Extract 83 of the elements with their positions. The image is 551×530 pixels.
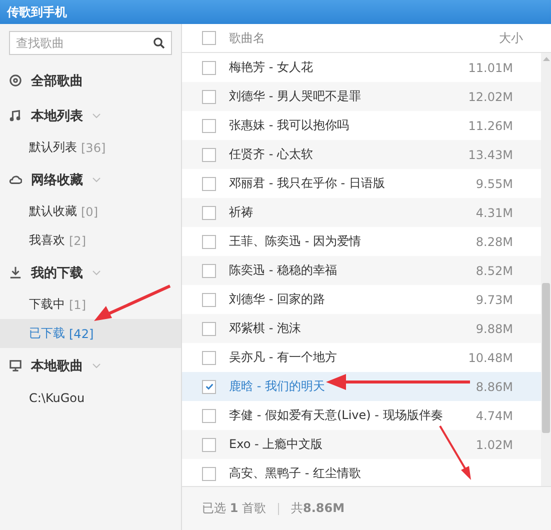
checkbox[interactable] (202, 234, 216, 248)
file-size: 13.43M (467, 148, 514, 162)
annotation-arrow (439, 425, 471, 480)
window-title: 传歌到手机 (0, 0, 551, 24)
section-title[interactable]: 本地列表 (31, 106, 83, 124)
cloud-icon (9, 173, 22, 186)
song-title: 祈祷 (229, 204, 253, 221)
song-title: 刘德华 - 回家的路 (229, 291, 325, 308)
scrollbar[interactable] (541, 53, 551, 486)
sidebar-item[interactable]: 我喜欢 [2] (0, 226, 181, 255)
checkbox[interactable] (202, 60, 216, 74)
song-title: 陈奕迅 - 稳稳的幸福 (229, 262, 337, 279)
section-title[interactable]: 全部歌曲 (31, 72, 83, 90)
song-title: 吴亦凡 - 有一个地方 (229, 349, 337, 366)
song-row[interactable]: 陈奕迅 - 稳稳的幸福 8.52M (182, 256, 541, 285)
song-row[interactable]: 刘德华 - 男人哭吧不是罪 12.02M (182, 82, 541, 111)
total-size: 共8.86M (291, 500, 345, 517)
music-note-icon (9, 109, 22, 122)
file-size: 9.73M (474, 292, 514, 306)
checkbox[interactable] (202, 438, 216, 452)
checkbox[interactable] (202, 292, 216, 306)
file-size: 11.01M (467, 60, 514, 74)
checkmark-icon (204, 382, 214, 391)
checkbox[interactable] (202, 350, 216, 364)
section-title[interactable]: 我的下载 (31, 264, 83, 282)
song-row[interactable]: 任贤齐 - 心太软 13.43M (182, 140, 541, 169)
checkbox[interactable] (202, 466, 216, 480)
disc-icon (9, 74, 22, 87)
search-icon[interactable] (153, 37, 165, 49)
checkbox[interactable] (202, 322, 216, 336)
song-title: 李健 - 假如爱有天意(Live) - 现场版伴奏 (229, 407, 443, 424)
song-title: 王菲、陈奕迅 - 因为爱情 (229, 233, 361, 250)
search-field[interactable]: 查找歌曲 (9, 31, 172, 55)
song-row[interactable]: 祈祷 4.31M (182, 198, 541, 227)
file-size: 4.31M (474, 206, 514, 220)
download-icon (9, 266, 22, 279)
song-title: Exo - 上瘾中文版 (229, 436, 323, 453)
file-size: 12.02M (467, 90, 514, 104)
sidebar-item[interactable]: C:\KuGou (0, 383, 181, 412)
file-size: 10.48M (467, 350, 514, 364)
file-size: 11.26M (467, 118, 514, 132)
checkbox[interactable] (202, 264, 216, 278)
file-size: 8.28M (474, 234, 514, 248)
file-size: 8.86M (474, 380, 514, 394)
file-size: 8.52M (474, 264, 514, 278)
checkbox[interactable] (202, 90, 216, 104)
file-size: 4.74M (474, 408, 514, 422)
song-row[interactable]: Exo - 上瘾中文版 1.02M (182, 430, 541, 459)
song-title: 高安、黑鸭子 - 红尘情歌 (229, 465, 361, 482)
song-title: 鹿晗 - 我们的明天 (229, 378, 325, 395)
song-title: 邓紫棋 - 泡沫 (229, 320, 301, 337)
selected-count: 已选 1 首歌 (202, 500, 266, 517)
file-size: 9.55M (474, 176, 514, 190)
checkbox[interactable] (202, 118, 216, 132)
section-title[interactable]: 本地歌曲 (31, 356, 83, 374)
scroll-thumb[interactable] (542, 283, 550, 433)
checkbox[interactable] (202, 206, 216, 220)
checkbox[interactable] (202, 31, 216, 45)
song-row[interactable]: 鹿晗 - 我们的明天 8.86M (182, 372, 541, 401)
column-header: 大小 (498, 30, 524, 46)
section-title[interactable]: 网络收藏 (31, 170, 83, 188)
song-title: 任贤齐 - 心太软 (229, 146, 313, 163)
checkbox[interactable] (202, 176, 216, 190)
song-title: 刘德华 - 男人哭吧不是罪 (229, 88, 361, 105)
song-title: 张惠妹 - 我可以抱你吗 (229, 117, 349, 134)
checkbox[interactable] (202, 148, 216, 162)
checkbox[interactable] (202, 408, 216, 422)
monitor-icon (9, 359, 22, 372)
checkbox[interactable] (202, 380, 216, 394)
sidebar-item[interactable]: 默认列表 [36] (0, 133, 181, 162)
chevron-icon[interactable] (92, 112, 101, 118)
file-size: 9.88M (474, 322, 514, 336)
file-size: 1.02M (474, 438, 514, 452)
song-row[interactable]: 邓紫棋 - 泡沫 9.88M (182, 314, 541, 343)
sidebar-item[interactable]: 默认收藏 [0] (0, 197, 181, 226)
chevron-icon[interactable] (92, 270, 101, 276)
sidebar-item[interactable]: 下载中 [1] (0, 290, 181, 319)
chevron-icon[interactable] (92, 176, 101, 182)
song-title: 梅艳芳 - 女人花 (229, 59, 313, 76)
column-header: 歌曲名 (229, 30, 266, 46)
song-title: 邓丽君 - 我只在乎你 - 日语版 (229, 175, 385, 192)
chevron-icon[interactable] (92, 362, 101, 368)
scroll-up-icon[interactable] (542, 57, 550, 61)
